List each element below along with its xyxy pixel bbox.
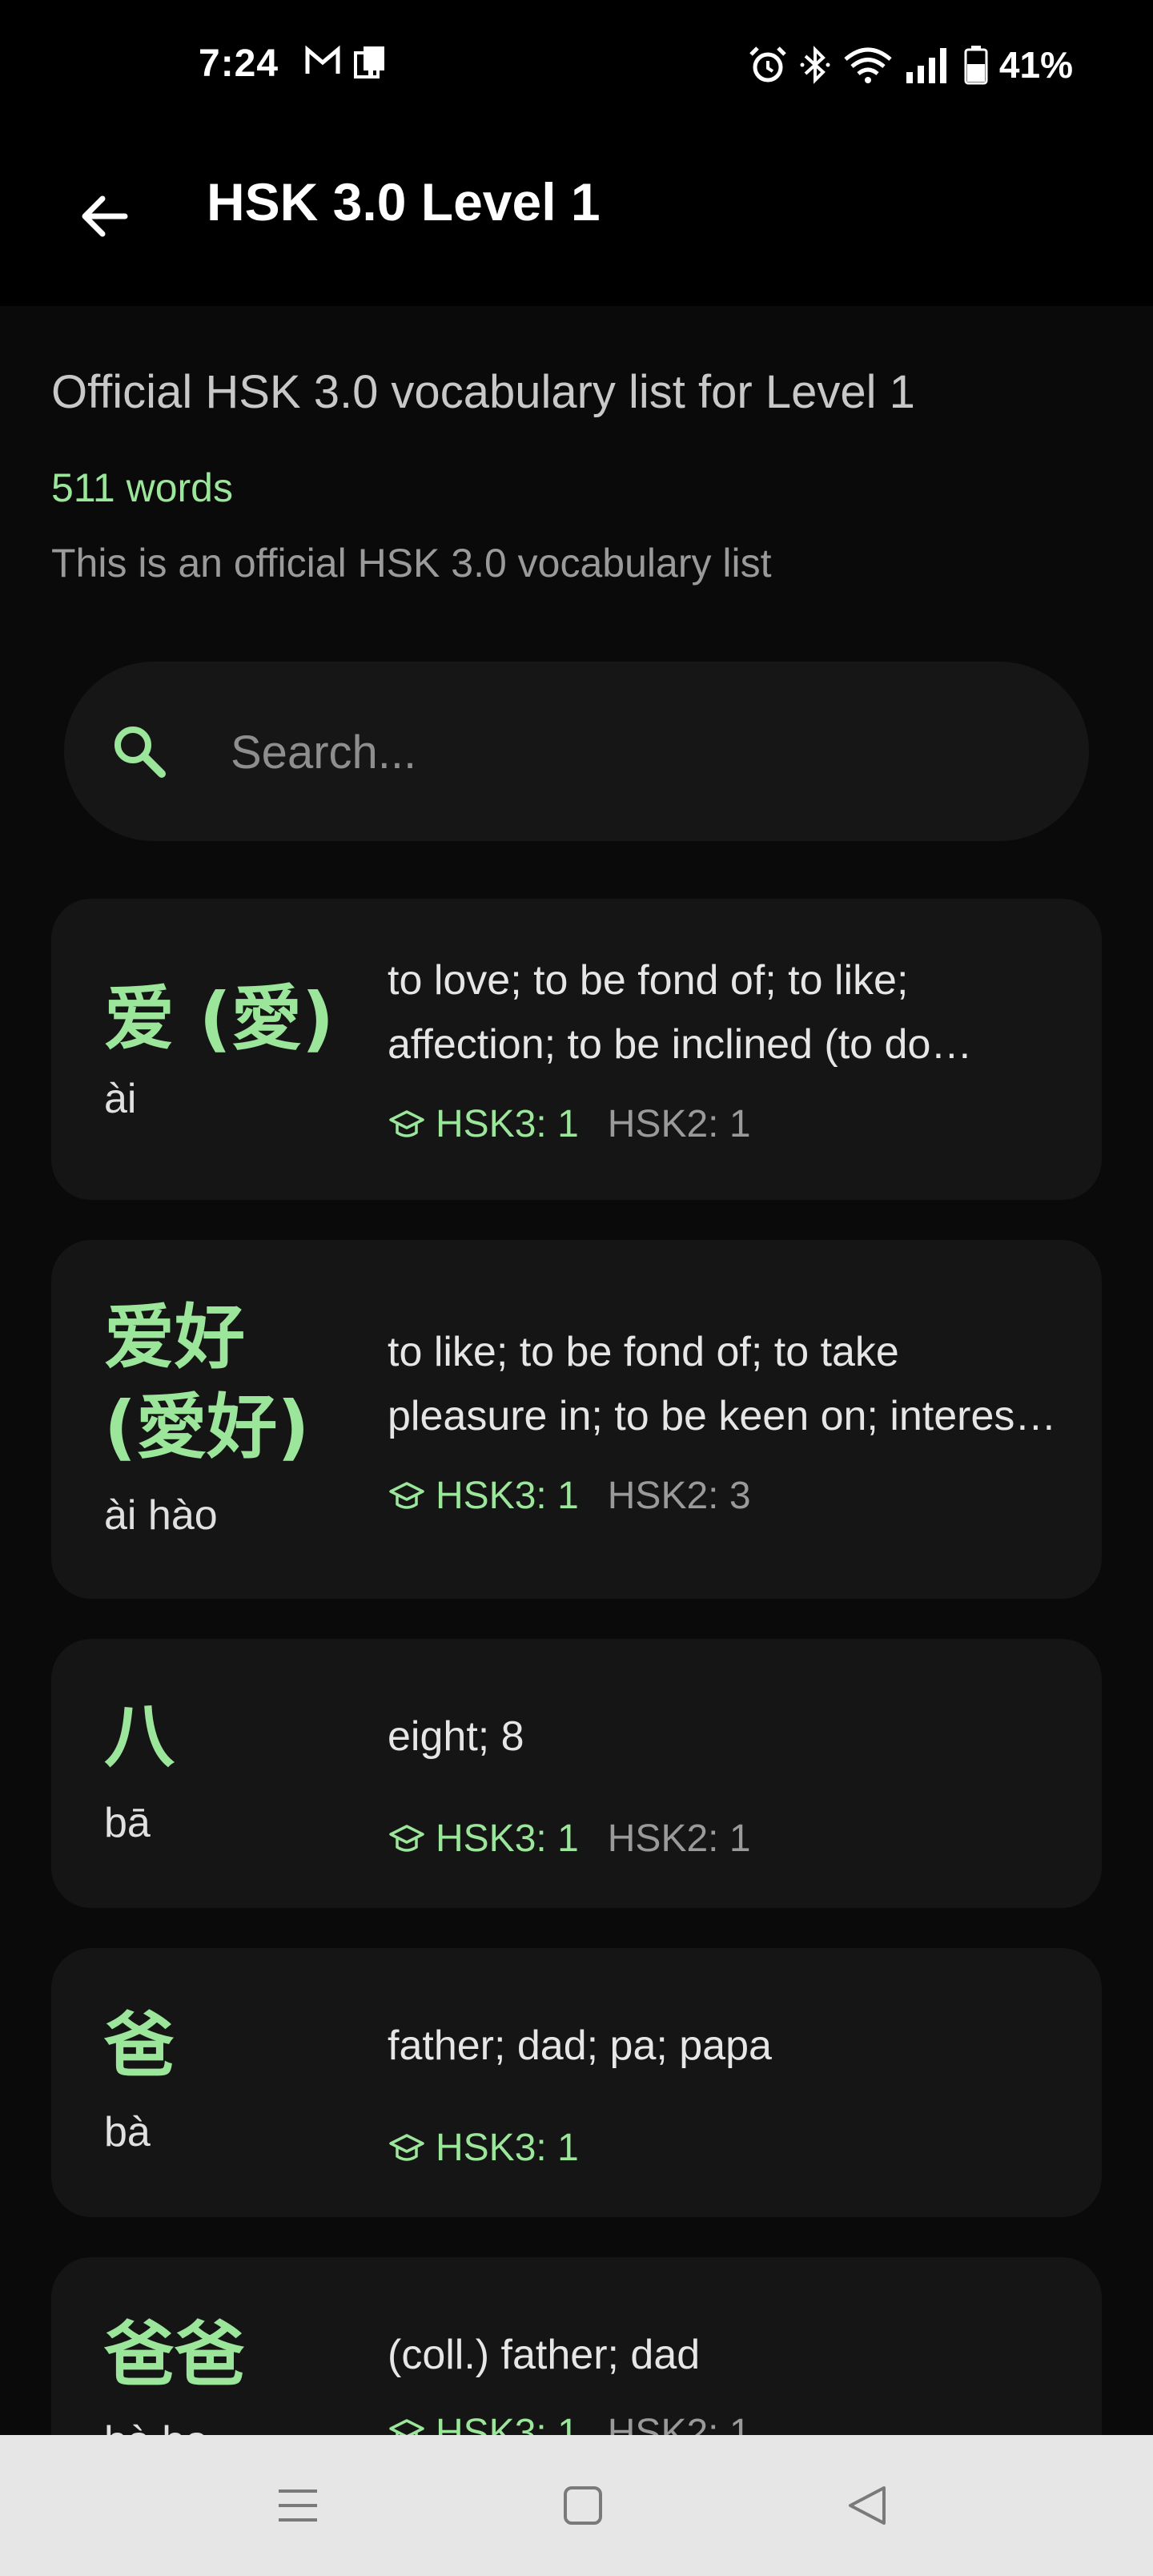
word-pinyin: ài hào [104,1492,218,1539]
word-definition: father; dad; pa; papa [388,2023,772,2069]
status-bar: 7:24 41% [0,0,1153,133]
hsk3-level-tag: HSK3: 1 [436,2127,579,2169]
word-hanzi: 八 [104,1695,175,1777]
search-icon [114,727,166,778]
alarm-icon [749,46,786,83]
word-definition: to like; to be fond of; to take pleasure… [388,1329,1039,1439]
arrow-back-icon [82,195,128,237]
official-list-note: This is an official HSK 3.0 vocabulary l… [51,541,772,586]
word-hanzi: 爱 (愛) [104,977,335,1060]
graduation-cap-icon [389,1824,424,1852]
word-pinyin: ài [104,1076,137,1122]
word-definition: to love; to be fond of; to like; affecti… [388,957,931,1068]
gmail-icon [305,45,340,74]
status-time: 7:24 [199,42,279,85]
battery-icon [964,46,988,85]
graduation-cap-icon [389,1109,424,1137]
hsk2-level-tag: HSK2: 3 [607,1475,751,1517]
hsk3-level-tag: HSK3: 1 [436,1475,579,1517]
recents-menu-icon[interactable] [272,2480,323,2531]
word-card[interactable]: 爸 bà father; dad; pa; papa HSK3: 1 [51,1948,1102,2217]
hsk3-level-tag: HSK3: 1 [436,1103,579,1145]
word-pinyin: bā [104,1800,151,1846]
word-hanzi: 爸 [104,2004,175,2087]
page-title: HSK 3.0 Level 1 [207,172,601,231]
phone-storage-icon [354,46,384,78]
word-definition: (coll.) father; dad [388,2332,701,2378]
word-tags: HSK3: 1 HSK2: 1 [388,1817,751,1861]
word-tags: HSK3: 1 HSK2: 1 [388,1102,751,1146]
battery-percent: 41% [998,44,1073,86]
word-hanzi: 爸爸 [104,2313,246,2396]
word-tags: HSK3: 1 [388,2126,608,2170]
screen: 7:24 41% HSK 3.0 Level 1 Official HSK 3.… [0,0,1153,2576]
app-bar: HSK 3.0 Level 1 [0,133,1153,306]
hsk2-level-tag: HSK2: 1 [607,1817,751,1860]
word-definition: eight; 8 [388,1713,524,1760]
word-card[interactable]: 爱好 (愛好) ài hào to like; to be fond of; t… [51,1240,1102,1599]
word-pinyin: bà [104,2109,151,2155]
back-triangle-icon[interactable] [842,2480,894,2531]
hsk2-level-tag: HSK2: 1 [607,1103,751,1145]
hsk3-level-tag: HSK3: 1 [436,1817,579,1860]
search-bar[interactable] [64,662,1089,841]
back-button[interactable] [66,178,143,255]
status-system-icons: 41% [748,43,1073,87]
word-count: 511 words [51,465,233,510]
wifi-icon [844,47,892,83]
status-notification-icons [304,45,388,78]
system-nav-bar [0,2435,1153,2576]
word-card[interactable]: 爱 (愛) ài to love; to be fond of; to like… [51,899,1102,1200]
word-hanzi: 爱好 [104,1296,246,1379]
bluetooth-icon [800,46,830,84]
word-card[interactable]: 八 bā eight; 8 HSK3: 1 HSK2: 1 [51,1639,1102,1908]
word-tags: HSK3: 1 HSK2: 3 [388,1474,751,1518]
graduation-cap-icon [389,1481,424,1509]
graduation-cap-icon [389,2133,424,2161]
word-hanzi-traditional: (愛好) [104,1386,310,1468]
signal-icon [906,48,946,83]
search-input[interactable] [229,706,1033,798]
list-description: Official HSK 3.0 vocabulary list for Lev… [51,366,915,418]
home-square-icon[interactable] [557,2480,609,2531]
